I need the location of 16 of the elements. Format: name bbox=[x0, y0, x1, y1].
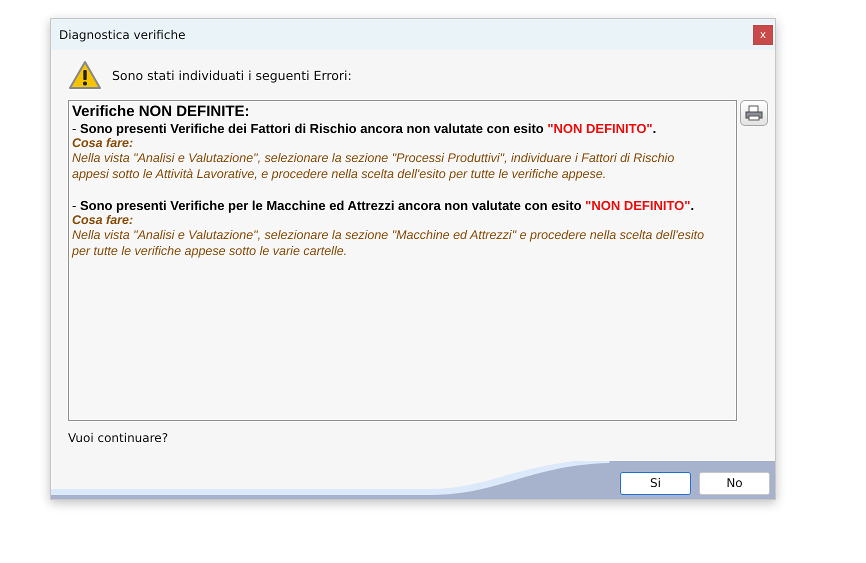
dialog-button[interactable]: Si bbox=[620, 472, 691, 494]
warning-icon bbox=[68, 60, 102, 90]
action-text: Nella vista "Analisi e Valutazione", selezionare la sezione "Processi Produttivi", individuare i Fattori di Rischio appesi sotto le Attività Lavorative, e procedere nella scelta dell'esito per tutte le verifiche appese. bbox=[72, 150, 676, 182]
printer-icon bbox=[745, 105, 763, 121]
error-statement: - Sono presenti Verifiche per le Macchine ed Attrezzi ancora non valutate con esito "NON DEFINITO". bbox=[72, 198, 696, 213]
error-statement: - Sono presenti Verifiche dei Fattori di Rischio ancora non valutate con esito "NON DEFINITO". bbox=[72, 121, 658, 136]
action-label: Cosa fare: bbox=[72, 213, 134, 227]
window-title: Diagnostica verifiche bbox=[59, 28, 186, 42]
close-button[interactable]: x bbox=[753, 24, 773, 44]
report-heading: Verifiche NON DEFINITE: bbox=[72, 103, 251, 120]
action-text: Nella vista "Analisi e Valutazione", selezionare la sezione "Macchine ed Attrezzi" e procedere nella scelta dell'esito per tutte le verifiche appese sotto le varie cartelle. bbox=[72, 227, 706, 259]
print-button[interactable] bbox=[740, 100, 768, 126]
dialog-button[interactable]: No bbox=[699, 472, 770, 494]
question-text: Vuoi continuare? bbox=[68, 431, 168, 445]
action-label: Cosa fare: bbox=[72, 136, 134, 150]
message-text: Sono stati individuati i seguenti Errori: bbox=[112, 68, 352, 82]
